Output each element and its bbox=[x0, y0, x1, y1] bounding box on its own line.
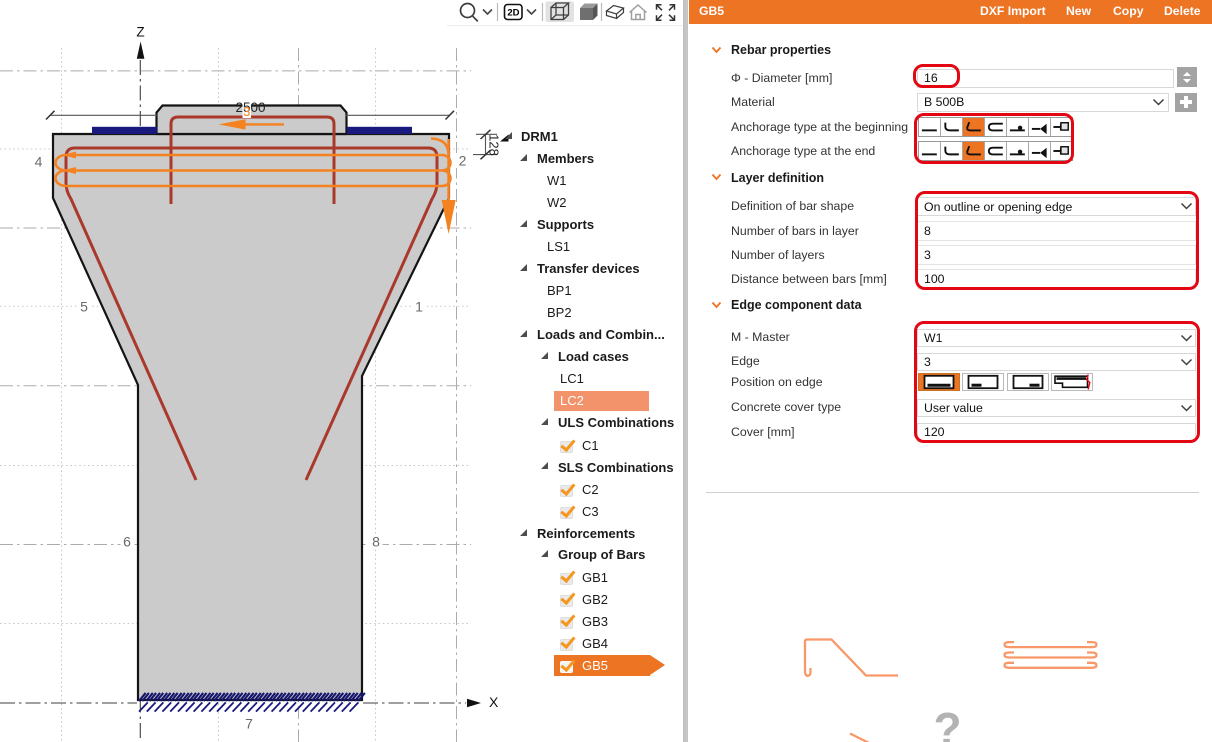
svg-text:Z: Z bbox=[136, 25, 144, 40]
svg-text:5: 5 bbox=[80, 298, 88, 314]
svg-text:128: 128 bbox=[487, 134, 502, 156]
svg-text:?: ? bbox=[933, 703, 961, 742]
svg-text:3: 3 bbox=[243, 104, 250, 119]
svg-text:2D: 2D bbox=[507, 8, 519, 19]
svg-text:2: 2 bbox=[459, 153, 467, 169]
svg-text:7: 7 bbox=[245, 716, 253, 732]
svg-text:1: 1 bbox=[415, 298, 423, 314]
svg-text:X: X bbox=[489, 694, 499, 710]
svg-text:4: 4 bbox=[35, 154, 43, 170]
svg-text:2500: 2500 bbox=[235, 100, 265, 115]
svg-text:8: 8 bbox=[372, 533, 380, 549]
svg-text:6: 6 bbox=[123, 533, 131, 549]
